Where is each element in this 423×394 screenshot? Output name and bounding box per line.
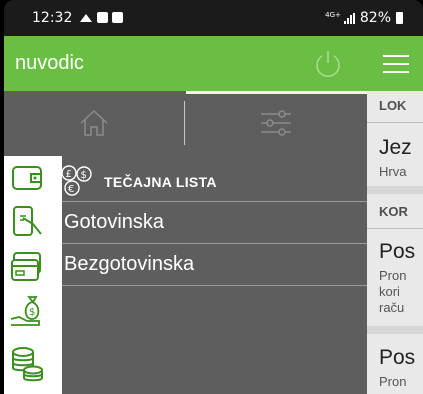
bg-item-title: Jez — [379, 136, 412, 159]
status-indicators: 4G+ 82% — [325, 10, 403, 26]
battery-icon — [396, 12, 403, 24]
list-item-bezgotovinska[interactable]: Bezgotovinska — [62, 243, 367, 281]
tab-home[interactable] — [4, 91, 184, 155]
list-item-label: Gotovinska — [64, 211, 165, 233]
app-title: nuvodic — [15, 52, 84, 74]
exchange-rates-header: £ $ € TEČAJNA LISTA — [61, 163, 367, 201]
divider — [62, 285, 367, 286]
tab-settings[interactable] — [186, 91, 366, 155]
svg-text:€: € — [68, 184, 74, 195]
bg-item-line: raču — [379, 300, 405, 315]
drawer-tabs — [4, 91, 367, 155]
notification-icon — [80, 14, 92, 22]
bg-section-heading: KOR — [379, 204, 408, 219]
battery-percent: 82% — [359, 10, 391, 26]
power-icon[interactable] — [312, 48, 344, 80]
bg-item-subtitle: Hrva — [379, 164, 407, 179]
home-icon — [80, 109, 108, 136]
navigation-drawer: nuvodic $ £ $ € TEČAJNA LISTA Gotovinska… — [4, 36, 367, 394]
background-app-bar — [367, 36, 423, 91]
drawer-header: nuvodic — [4, 36, 367, 91]
status-time: 12:32 — [32, 10, 73, 26]
status-bar: 12:32 4G+ 82% — [4, 0, 423, 36]
bg-item-line: kori — [379, 284, 400, 299]
divider — [367, 228, 423, 229]
bg-item-line: Pron — [379, 374, 407, 389]
sliders-icon — [261, 110, 291, 136]
bg-section-heading: LOK — [379, 98, 407, 113]
screenshot-icon — [112, 12, 123, 23]
phone-payment-icon[interactable] — [9, 204, 45, 240]
section-separator — [367, 186, 423, 194]
list-item-gotovinska[interactable]: Gotovinska — [62, 201, 367, 239]
money-bag-hand-icon[interactable]: $ — [9, 293, 45, 329]
svg-text:$: $ — [81, 170, 87, 181]
tab-divider — [184, 101, 185, 145]
icon-rail: $ — [4, 156, 62, 394]
coins-stack-icon[interactable] — [9, 346, 45, 382]
wallet-icon[interactable] — [9, 159, 45, 195]
gallery-icon — [97, 12, 108, 23]
signal-icon — [343, 12, 355, 24]
svg-text:£: £ — [66, 169, 72, 180]
divider — [367, 122, 423, 123]
bg-item-title: Pos — [379, 346, 416, 369]
svg-text:$: $ — [29, 307, 35, 318]
credit-card-icon[interactable] — [9, 248, 45, 284]
list-item-label: Bezgotovinska — [64, 253, 195, 275]
hamburger-menu-icon[interactable] — [383, 55, 409, 73]
section-separator — [367, 326, 423, 334]
background-page: LOK Jez Hrva KOR Pos Pron kori raču Pos … — [367, 36, 423, 394]
phone-screen: 12:32 4G+ 82% LOK Jez Hrva KOR Pos Pron … — [4, 0, 423, 394]
section-title: TEČAJNA LISTA — [104, 174, 217, 190]
network-type: 4G+ — [325, 10, 341, 19]
notification-icons — [79, 12, 123, 24]
bg-item-title: Pos — [379, 240, 416, 263]
currency-icon: £ $ € — [61, 165, 92, 196]
bg-item-line: Pron — [379, 268, 407, 283]
